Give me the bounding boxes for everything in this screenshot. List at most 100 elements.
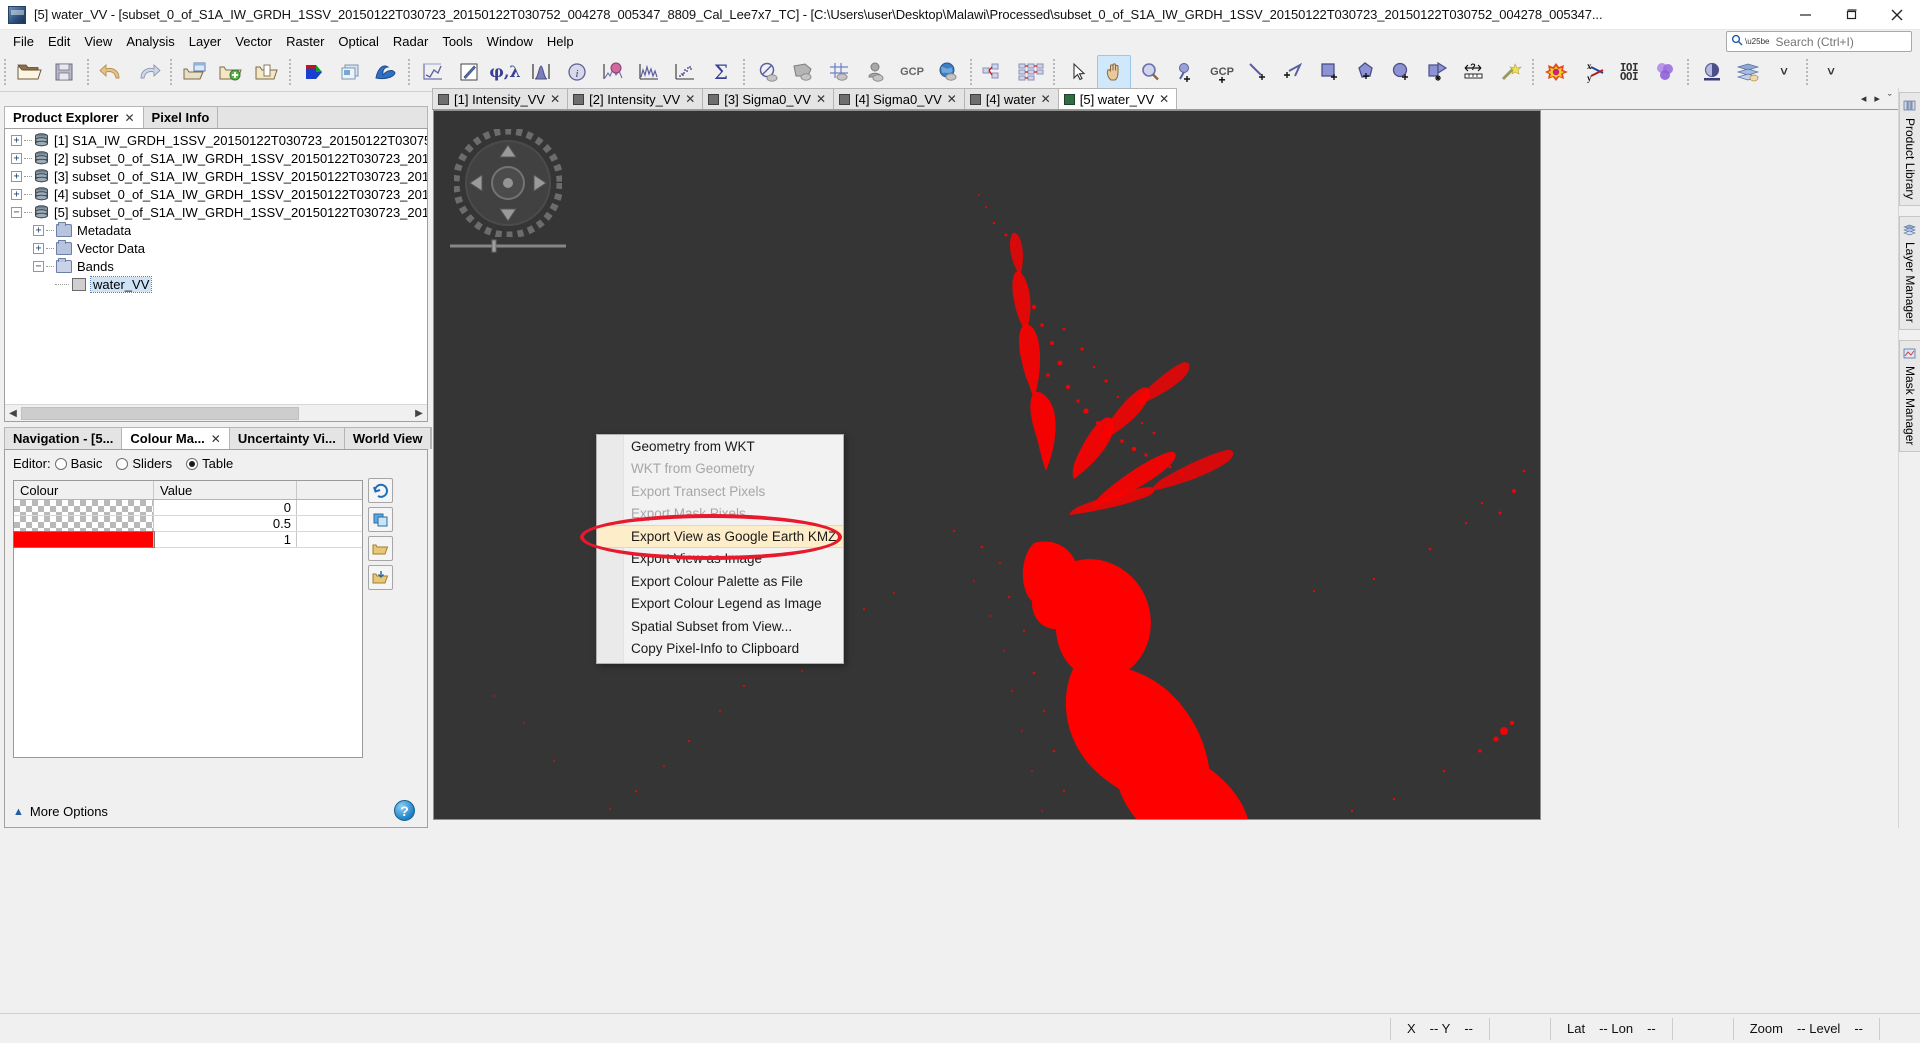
open-image-window-icon[interactable] <box>250 55 284 89</box>
toolbar-overflow-icon[interactable]: ˅ <box>1767 55 1801 89</box>
pin-placing-tool-icon[interactable] <box>1169 55 1203 89</box>
menu-item-geometry-from-wkt[interactable]: Geometry from WKT <box>597 435 843 458</box>
no-data-overlay-icon[interactable] <box>751 55 785 89</box>
histogram-icon[interactable] <box>524 55 558 89</box>
navigation-compass-widget[interactable] <box>452 127 564 239</box>
tab-world-view[interactable]: World View <box>343 427 432 449</box>
search-dropdown-icon[interactable]: \u25be <box>1745 37 1769 46</box>
tree-node-product-3[interactable]: + [3] subset_0_of_S1A_IW_GRDH_1SSV_20150… <box>5 167 427 185</box>
zoom-tool-icon[interactable] <box>1133 55 1167 89</box>
maximize-button[interactable] <box>1828 0 1874 30</box>
polyline-drawing-tool-icon[interactable] <box>1277 55 1311 89</box>
tab-navigation[interactable]: Navigation - [5... <box>4 427 123 449</box>
menu-view[interactable]: View <box>77 32 119 51</box>
selection-tool-icon[interactable] <box>1061 55 1095 89</box>
menu-layer[interactable]: Layer <box>182 32 229 51</box>
search-box[interactable]: \u25be <box>1726 31 1912 52</box>
binary-iois-icon[interactable]: IOI OOI <box>1612 55 1646 89</box>
table-row[interactable]: 0 <box>14 500 362 516</box>
scroll-left-icon[interactable]: ◀ <box>5 408 21 419</box>
toolbar-overflow-2-icon[interactable]: ˅ <box>1814 55 1848 89</box>
value-cell[interactable]: 0.5 <box>154 516 297 531</box>
pan-tool-icon[interactable] <box>1097 54 1131 89</box>
tree-horizontal-scrollbar[interactable]: ◀ ▶ <box>5 404 427 421</box>
menu-window[interactable]: Window <box>480 32 540 51</box>
menu-optical[interactable]: Optical <box>331 32 385 51</box>
colour-star-icon[interactable] <box>1540 55 1574 89</box>
expander-icon[interactable]: + <box>11 152 22 164</box>
menu-item-export-colour-palette-as-file[interactable]: Export Colour Palette as File <box>597 570 843 593</box>
image-stack-icon[interactable] <box>333 55 367 89</box>
rgb-colour-icon[interactable] <box>297 55 331 89</box>
tree-node-product-4[interactable]: + [4] subset_0_of_S1A_IW_GRDH_1SSV_20150… <box>5 185 427 203</box>
world-map-overlay-icon[interactable] <box>931 55 965 89</box>
expander-icon[interactable]: − <box>11 206 22 218</box>
multi-assign-icon[interactable] <box>368 507 393 532</box>
batch-processing-icon[interactable] <box>1014 55 1048 89</box>
tree-node-product-5[interactable]: − [5] subset_0_of_S1A_IW_GRDH_1SSV_20150… <box>5 203 427 221</box>
tab-pixel-info[interactable]: Pixel Info <box>142 106 219 128</box>
close-icon[interactable]: ✕ <box>211 432 221 446</box>
reset-colour-icon[interactable] <box>368 478 393 503</box>
colour-manipulation-icon[interactable] <box>596 55 630 89</box>
information-icon[interactable]: i <box>560 55 594 89</box>
image-view-context-menu[interactable]: Geometry from WKT WKT from Geometry Expo… <box>596 434 844 664</box>
sum-statistics-icon[interactable]: Σ <box>704 55 738 89</box>
menu-item-export-view-as-google-earth-kmz[interactable]: Export View as Google Earth KMZ <box>597 525 843 548</box>
open-rgb-image-window-icon[interactable] <box>178 55 212 89</box>
more-options-toggle[interactable]: ▲ More Options <box>13 804 108 819</box>
tab-uncertainty-visualisation[interactable]: Uncertainty Vi... <box>228 427 345 449</box>
scroll-tabs-left-icon[interactable]: ◂ <box>1861 92 1867 105</box>
colour-swatch-cell[interactable] <box>14 516 154 531</box>
expander-icon[interactable]: + <box>11 134 22 146</box>
help-icon[interactable]: ? <box>394 800 415 821</box>
table-row[interactable]: 1 <box>13 531 362 548</box>
magic-wand-icon[interactable] <box>1493 55 1527 89</box>
xy-plot-icon[interactable]: x y <box>1576 55 1610 89</box>
rectangle-drawing-tool-icon[interactable] <box>1313 55 1347 89</box>
save-product-icon[interactable] <box>48 55 82 89</box>
scroll-tabs-right-icon[interactable]: ▸ <box>1874 92 1880 105</box>
tab-product-explorer[interactable]: Product Explorer ✕ <box>4 106 144 128</box>
menu-raster[interactable]: Raster <box>279 32 331 51</box>
scroll-right-icon[interactable]: ▶ <box>411 408 427 419</box>
colour-table[interactable]: Colour Value 0 0.5 1 <box>13 480 363 758</box>
tree-node-vector-data[interactable]: + Vector Data <box>5 239 427 257</box>
band-maths-icon[interactable] <box>452 55 486 89</box>
menu-item-export-view-as-image[interactable]: Export View as Image <box>597 548 843 571</box>
expander-icon[interactable]: + <box>11 188 22 200</box>
geo-coding-icon[interactable]: φ,λ <box>488 55 522 89</box>
open-product-icon[interactable] <box>12 55 46 89</box>
minimize-button[interactable] <box>1782 0 1828 30</box>
menu-item-spatial-subset-from-view[interactable]: Spatial Subset from View... <box>597 615 843 638</box>
value-cell[interactable]: 0 <box>154 500 297 515</box>
export-palette-icon[interactable] <box>368 565 393 590</box>
gcp-overlay-icon[interactable]: GCP <box>895 55 929 89</box>
scatter-plot-icon[interactable] <box>668 55 702 89</box>
menu-item-export-colour-legend-as-image[interactable]: Export Colour Legend as Image <box>597 593 843 616</box>
menu-file[interactable]: File <box>6 32 41 51</box>
expander-icon[interactable]: + <box>33 242 44 254</box>
close-icon[interactable]: ✕ <box>816 92 826 106</box>
tree-node-band-water-vv[interactable]: water_VV <box>5 275 427 293</box>
table-row[interactable]: 0.5 <box>14 516 362 532</box>
range-finder-icon[interactable]: ? <box>1457 55 1491 89</box>
radio-sliders[interactable] <box>116 457 129 470</box>
zoom-slider[interactable] <box>448 239 568 253</box>
tab-list-dropdown-icon[interactable]: ˇ <box>1888 93 1892 105</box>
rail-tab-layer-manager[interactable]: Layer Manager <box>1899 216 1920 331</box>
expander-icon[interactable]: + <box>33 224 44 236</box>
pin-overlay-icon[interactable] <box>859 55 893 89</box>
doc-tab-water-vv-5[interactable]: [5] water_VV ✕ <box>1057 88 1178 109</box>
doc-tab-intensity-vv-2[interactable]: [2] Intensity_VV ✕ <box>567 88 704 109</box>
radio-table[interactable] <box>186 457 199 470</box>
import-palette-icon[interactable] <box>368 536 393 561</box>
menu-analysis[interactable]: Analysis <box>119 32 181 51</box>
profile-plot-icon[interactable] <box>416 55 450 89</box>
polygon-drawing-tool-icon[interactable] <box>1349 55 1383 89</box>
doc-tab-water-4[interactable]: [4] water ✕ <box>963 88 1059 109</box>
line-drawing-tool-icon[interactable] <box>1241 55 1275 89</box>
undo-icon[interactable] <box>95 55 129 89</box>
tree-node-product-1[interactable]: + [1] S1A_IW_GRDH_1SSV_20150122T030723_2… <box>5 131 427 149</box>
expander-icon[interactable]: − <box>33 260 44 272</box>
